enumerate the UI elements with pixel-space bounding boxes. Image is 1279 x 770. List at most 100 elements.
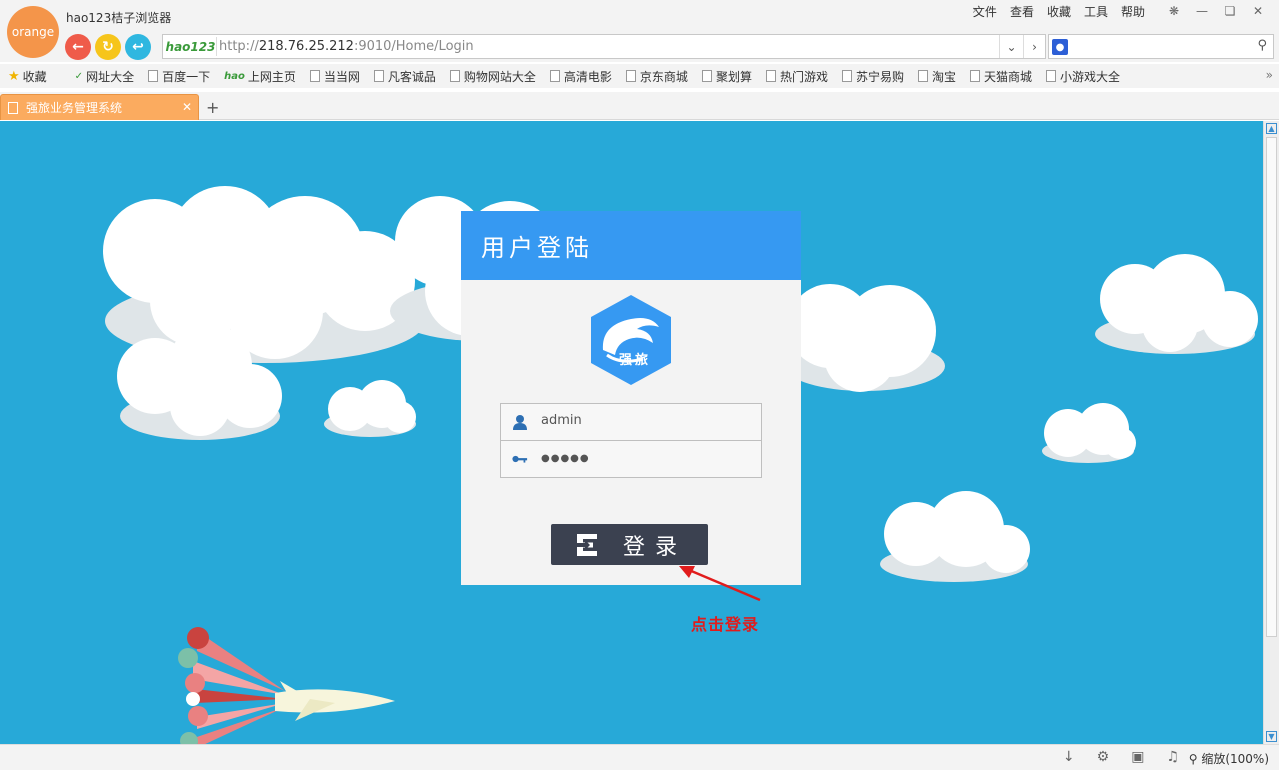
plane-illustration xyxy=(178,627,395,744)
bookmarks-bar: ★ 收藏 ✓ 网址大全 百度一下 hao 上网主页 当当网 凡客诚品 购物网站大全 高… xyxy=(0,64,1279,88)
page-icon xyxy=(148,70,159,82)
menu-tools[interactable]: 工具 xyxy=(1084,3,1108,20)
vertical-scrollbar[interactable]: ▲ ▼ xyxy=(1263,121,1279,744)
url-scheme: http:// xyxy=(219,39,259,54)
maximize-button[interactable]: ❏ xyxy=(1223,4,1237,18)
cloud-decoration xyxy=(1095,254,1258,354)
menu-file[interactable]: 文件 xyxy=(973,3,997,20)
bookmark-label: 当当网 xyxy=(323,69,360,84)
page-icon xyxy=(309,70,320,82)
bookmark-item[interactable]: ✓ 网址大全 xyxy=(75,68,134,85)
chevron-down-icon[interactable]: ⌄ xyxy=(999,35,1023,58)
company-logo xyxy=(591,295,671,385)
bookmark-label: 网址大全 xyxy=(86,69,135,84)
zoom-label: 缩放(100%) xyxy=(1201,752,1269,766)
go-icon[interactable]: › xyxy=(1023,35,1045,58)
bookmark-label: 京东商城 xyxy=(639,69,688,84)
bookmark-label: 百度一下 xyxy=(162,69,211,84)
back-button[interactable]: ← xyxy=(65,34,91,60)
login-heading: 用户登陆 xyxy=(461,211,801,280)
download-icon[interactable]: ↓ xyxy=(1063,749,1075,765)
page-content: 用户登陆 强旅 admin ●●●●● 登录 点击登录 xyxy=(0,121,1263,744)
bookmark-item[interactable]: 百度一下 xyxy=(148,68,210,85)
settings-icon[interactable]: ⚙ xyxy=(1097,749,1110,765)
bookmark-item[interactable]: 聚划算 xyxy=(701,68,752,85)
cloud-decoration xyxy=(117,324,282,440)
cloud-decoration xyxy=(324,380,416,437)
zoom-level[interactable]: ⚲ 缩放(100%) xyxy=(1189,750,1269,767)
bookmark-label: 聚划算 xyxy=(715,69,752,84)
url-host: 218.76.25.212 xyxy=(258,39,354,54)
key-icon xyxy=(512,455,528,463)
baidu-paw-icon[interactable]: ● xyxy=(1052,39,1068,55)
bookmark-favorites[interactable]: ★ 收藏 xyxy=(8,68,47,85)
page-icon xyxy=(917,70,928,82)
search-icon[interactable]: ⚲ xyxy=(1257,38,1267,53)
bookmark-item[interactable]: 当当网 xyxy=(309,68,360,85)
cloud-decoration xyxy=(785,284,945,392)
login-button[interactable]: 登录 xyxy=(551,524,708,565)
tab-active[interactable]: 强旅业务管理系统 ✕ xyxy=(0,94,199,120)
page-icon xyxy=(1046,70,1057,82)
bookmark-item[interactable]: 热门游戏 xyxy=(765,68,828,85)
menu-view[interactable]: 查看 xyxy=(1010,3,1034,20)
search-input[interactable]: ● ⚲ xyxy=(1048,34,1274,59)
scroll-down-icon[interactable]: ▼ xyxy=(1266,731,1277,742)
url-text[interactable]: http://218.76.25.212:9010/Home/Login xyxy=(219,39,474,54)
menu-help[interactable]: 帮助 xyxy=(1121,3,1145,20)
search-icon: ⚲ xyxy=(1188,752,1202,766)
menu-favorites[interactable]: 收藏 xyxy=(1047,3,1071,20)
new-tab-button[interactable]: + xyxy=(206,98,219,117)
hao-icon: ✓ xyxy=(74,70,84,82)
bookmark-item[interactable]: 小游戏大全 xyxy=(1046,68,1120,85)
scroll-up-icon[interactable]: ▲ xyxy=(1266,123,1277,134)
username-field[interactable]: admin xyxy=(500,403,762,441)
bookmark-item[interactable]: 淘宝 xyxy=(917,68,956,85)
close-button[interactable]: ✕ xyxy=(1251,4,1265,18)
hao123-badge-label: hao123 xyxy=(165,39,216,54)
scroll-thumb[interactable] xyxy=(1266,137,1277,637)
refresh-button[interactable]: ↻ xyxy=(95,34,121,60)
bookmark-item[interactable]: hao 上网主页 xyxy=(224,68,296,85)
page-icon xyxy=(765,70,776,82)
bookmark-label: 高清电影 xyxy=(563,69,612,84)
tab-bar: 强旅业务管理系统 ✕ + xyxy=(0,92,1279,120)
bookmark-label: 淘宝 xyxy=(931,69,956,84)
bookmark-label: 上网主页 xyxy=(247,69,296,84)
menu-bar: 文件 查看 收藏 工具 帮助 xyxy=(973,3,1145,20)
bookmark-item[interactable]: 京东商城 xyxy=(625,68,688,85)
double-chevron-right-icon[interactable]: » xyxy=(1266,68,1273,82)
bookmark-item[interactable]: 天猫商城 xyxy=(970,68,1032,85)
hao-icon: hao xyxy=(224,70,245,82)
hao123-badge[interactable]: hao123 xyxy=(165,37,217,56)
minimize-button[interactable]: — xyxy=(1195,4,1209,18)
password-value: ●●●●● xyxy=(541,453,590,464)
bookmark-item[interactable]: 购物网站大全 xyxy=(449,68,536,85)
bookmark-label: 热门游戏 xyxy=(779,69,828,84)
page-icon xyxy=(970,70,980,82)
login-panel: 用户登陆 强旅 admin ●●●●● 登录 xyxy=(461,211,801,585)
page-icon xyxy=(701,70,712,82)
password-field[interactable]: ●●●●● xyxy=(500,440,762,478)
bookmark-item[interactable]: 苏宁易购 xyxy=(841,68,904,85)
restore-tab-button[interactable]: ↩ xyxy=(125,34,151,60)
status-bar: ↓ ⚙ ▣ ♫ ⚲ 缩放(100%) xyxy=(0,744,1279,770)
page-icon xyxy=(449,70,460,82)
bookmark-item[interactable]: 凡客诚品 xyxy=(373,68,436,85)
app-title: hao123桔子浏览器 xyxy=(66,11,172,25)
bookmark-item[interactable]: 高清电影 xyxy=(549,68,612,85)
skin-icon[interactable]: ❋ xyxy=(1167,4,1181,18)
page-icon xyxy=(8,101,18,114)
bookmark-label: 苏宁易购 xyxy=(855,69,904,84)
tab-close-icon[interactable]: ✕ xyxy=(182,100,192,114)
bookmark-label: 天猫商城 xyxy=(984,69,1033,84)
bookmark-label: 凡客诚品 xyxy=(387,69,436,84)
address-bar[interactable]: hao123 http://218.76.25.212:9010/Home/Lo… xyxy=(162,34,1046,59)
volume-icon[interactable]: ♫ xyxy=(1166,749,1179,765)
screen-icon[interactable]: ▣ xyxy=(1131,749,1144,765)
cloud-decoration xyxy=(880,491,1030,582)
browser-logo[interactable]: orange xyxy=(7,6,59,58)
logo-text: 强旅 xyxy=(619,353,652,368)
page-icon xyxy=(841,70,852,82)
title-bar: hao123桔子浏览器 › 文件 查看 收藏 工具 帮助 ❋ — ❏ ✕ xyxy=(0,0,1279,34)
